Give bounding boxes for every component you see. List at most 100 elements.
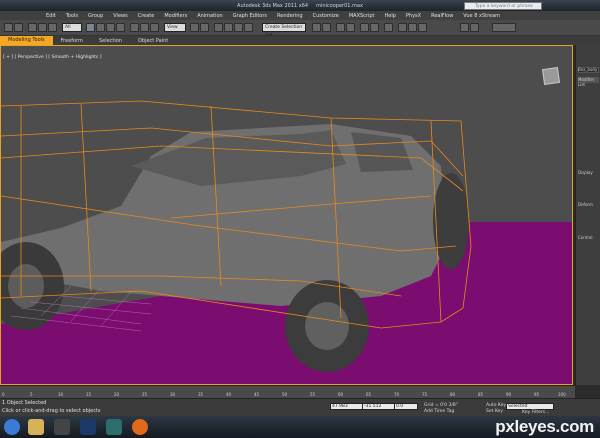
render-iray-icon[interactable]	[460, 23, 469, 32]
snap-icon[interactable]	[214, 23, 223, 32]
set-key-button[interactable]: Set Key	[486, 409, 503, 414]
move-icon[interactable]	[130, 23, 139, 32]
scene-render	[1, 100, 572, 384]
render-setup-icon[interactable]	[398, 23, 407, 32]
tick-label: 60	[338, 392, 344, 397]
timeline-trackbar[interactable]: 0 5 10 15 20 25 30 35 40 45 50 55 60 65 …	[0, 385, 575, 398]
menu-item[interactable]: Animation	[197, 13, 223, 19]
main-toolbar: All View Create Selection Set	[0, 20, 600, 38]
material-editor-icon[interactable]	[384, 23, 393, 32]
window-crossing-icon[interactable]	[116, 23, 125, 32]
select-by-name-icon[interactable]	[96, 23, 105, 32]
menu-item[interactable]: Vue 8 xStream	[463, 13, 500, 19]
explorer-icon[interactable]	[28, 419, 44, 435]
command-panel: Box_body Modifier List Display Deform Co…	[575, 45, 600, 385]
select-object-icon[interactable]	[86, 23, 95, 32]
menu-item[interactable]: PhysX	[406, 13, 421, 19]
photoshop-icon[interactable]	[80, 419, 96, 435]
menu-item[interactable]: Modifiers	[164, 13, 187, 19]
menu-bar: Edit Tools Group Views Create Modifiers …	[0, 11, 600, 20]
tab-selection[interactable]: Selection	[91, 38, 130, 44]
tab-freeform[interactable]: Freeform	[53, 38, 91, 44]
curve-editor-icon[interactable]	[360, 23, 369, 32]
render-vray-icon[interactable]	[470, 23, 479, 32]
manipulate-icon[interactable]	[200, 23, 209, 32]
tick-label: 70	[394, 392, 400, 397]
key-mode-dropdown[interactable]: Selected	[506, 403, 554, 410]
y-coord-field[interactable]: -31.512	[362, 403, 398, 410]
tick-label: 90	[506, 392, 512, 397]
percent-snap-icon[interactable]	[234, 23, 243, 32]
undo-icon[interactable]	[4, 23, 13, 32]
tick-label: 10	[58, 392, 64, 397]
add-time-tag[interactable]: Add Time Tag	[424, 409, 454, 414]
graphite-toggle-icon[interactable]	[346, 23, 355, 32]
menu-item[interactable]: Graph Editors	[233, 13, 267, 19]
search-input[interactable]: Type a keyword or phrase	[464, 2, 542, 10]
spinner-snap-icon[interactable]	[244, 23, 253, 32]
menu-item[interactable]: Edit	[46, 13, 56, 19]
selection-filter-dropdown[interactable]: All	[62, 23, 82, 32]
ribbon-tabs: Modeling Tools Freeform Selection Object…	[0, 36, 600, 45]
start-icon[interactable]	[4, 419, 20, 435]
key-filters-button[interactable]: Key Filters...	[522, 410, 549, 415]
rect-selection-icon[interactable]	[106, 23, 115, 32]
3dsmax-icon[interactable]	[106, 419, 122, 435]
tick-label: 40	[226, 392, 232, 397]
firefox-icon[interactable]	[132, 419, 148, 435]
tab-modeling-tools[interactable]: Modeling Tools	[0, 36, 53, 45]
schematic-view-icon[interactable]	[370, 23, 379, 32]
media-player-icon[interactable]	[54, 419, 70, 435]
render-production-icon[interactable]	[418, 23, 427, 32]
menu-item[interactable]: RealFlow	[431, 13, 453, 19]
menu-item[interactable]: Tools	[66, 13, 78, 19]
deform-rollout[interactable]: Deform	[578, 202, 593, 207]
menu-item[interactable]: Help	[385, 13, 396, 19]
redo-icon[interactable]	[14, 23, 23, 32]
perspective-viewport[interactable]: [ + ] [ Perspective ] [ Smooth + Highlig…	[0, 45, 573, 385]
tick-label: 85	[478, 392, 484, 397]
x-coord-field[interactable]: 47.983	[330, 403, 366, 410]
watermark-logo: pxleyes.com	[495, 417, 594, 436]
tick-label: 65	[366, 392, 372, 397]
bind-spacewarp-icon[interactable]	[48, 23, 57, 32]
tick-label: 55	[310, 392, 316, 397]
unlink-icon[interactable]	[38, 23, 47, 32]
align-icon[interactable]	[322, 23, 331, 32]
mirror-icon[interactable]	[312, 23, 321, 32]
menu-item[interactable]: Rendering	[277, 13, 303, 19]
display-rollout[interactable]: Display	[578, 170, 593, 175]
tick-label: 0	[2, 392, 5, 397]
menu-item[interactable]: Customize	[313, 13, 339, 19]
tick-label: 80	[450, 392, 456, 397]
tick-label: 15	[86, 392, 92, 397]
tick-label: 100	[558, 392, 566, 397]
menu-item[interactable]: Views	[113, 13, 127, 19]
menu-item[interactable]: Group	[88, 13, 103, 19]
z-coord-field[interactable]: 0.0	[394, 403, 418, 410]
rotate-icon[interactable]	[140, 23, 149, 32]
control-rollout[interactable]: Control	[578, 235, 592, 240]
named-selection-dropdown[interactable]: Create Selection Set	[262, 23, 306, 38]
tick-label: 20	[114, 392, 120, 397]
rear-hub	[305, 302, 349, 350]
layer-manager-icon[interactable]	[336, 23, 345, 32]
scale-icon[interactable]	[150, 23, 159, 32]
reference-coord-dropdown[interactable]: View	[164, 23, 186, 32]
vue-xstream-icon[interactable]	[492, 23, 516, 32]
tab-object-paint[interactable]: Object Paint	[130, 38, 176, 44]
link-icon[interactable]	[28, 23, 37, 32]
menu-item[interactable]: Create	[138, 13, 155, 19]
status-bar: 1 Object Selected Click or click-and-dra…	[0, 398, 600, 416]
modifier-list-label: Modifier List	[578, 77, 595, 87]
angle-snap-icon[interactable]	[224, 23, 233, 32]
menu-item[interactable]: MAXScript	[349, 13, 375, 19]
object-name: Box_body	[578, 67, 598, 72]
tick-label: 30	[170, 392, 176, 397]
render-frame-icon[interactable]	[408, 23, 417, 32]
grid-size: Grid = 0'0 3/8"	[424, 403, 458, 408]
auto-key-button[interactable]: Auto Key	[486, 403, 506, 408]
tick-label: 5	[30, 392, 33, 397]
pivot-icon[interactable]	[190, 23, 199, 32]
tick-label: 35	[198, 392, 204, 397]
